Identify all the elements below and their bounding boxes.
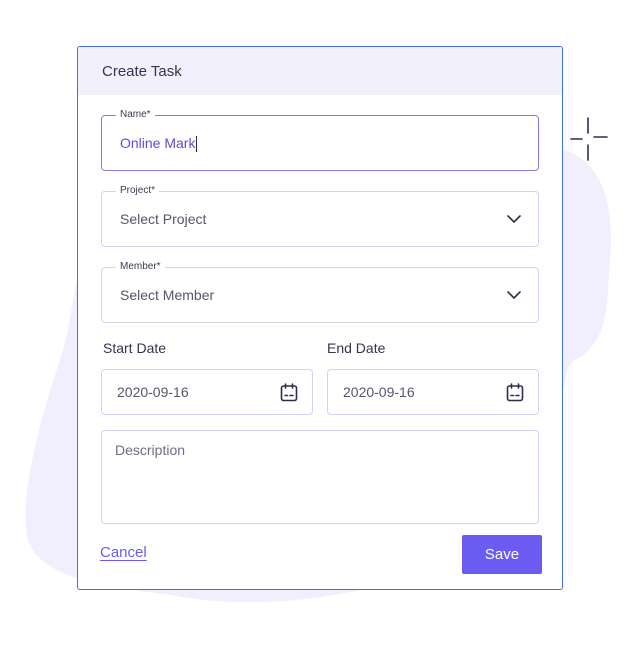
calendar-icon[interactable]: [280, 383, 298, 402]
calendar-icon[interactable]: [506, 383, 524, 402]
name-value: Online Mark: [120, 135, 198, 153]
description-placeholder: Description: [115, 442, 186, 458]
create-task-dialog: Create Task Name* Online Mark Project* S…: [77, 46, 563, 590]
dialog-title: Create Task: [102, 62, 182, 80]
start-date-value: 2020-09-16: [117, 384, 189, 400]
save-button[interactable]: Save: [462, 535, 542, 574]
member-placeholder: Select Member: [120, 287, 215, 303]
text-caret: [196, 136, 198, 153]
name-input[interactable]: Name* Online Mark: [101, 109, 539, 171]
chevron-down-icon[interactable]: [506, 212, 522, 226]
project-placeholder: Select Project: [120, 211, 207, 227]
end-date-label: End Date: [327, 340, 386, 356]
member-select[interactable]: Member* Select Member: [101, 261, 539, 323]
start-date-label: Start Date: [103, 340, 167, 356]
description-textarea[interactable]: Description: [101, 430, 539, 524]
cancel-button[interactable]: Cancel: [100, 544, 147, 561]
sparkle-icon: [570, 117, 608, 161]
project-select[interactable]: Project* Select Project: [101, 185, 539, 247]
end-date-value: 2020-09-16: [343, 384, 415, 400]
start-date-input[interactable]: 2020-09-16: [101, 369, 313, 415]
end-date-input[interactable]: 2020-09-16: [327, 369, 539, 415]
chevron-down-icon[interactable]: [506, 288, 522, 302]
dialog-header: Create Task: [78, 47, 562, 95]
